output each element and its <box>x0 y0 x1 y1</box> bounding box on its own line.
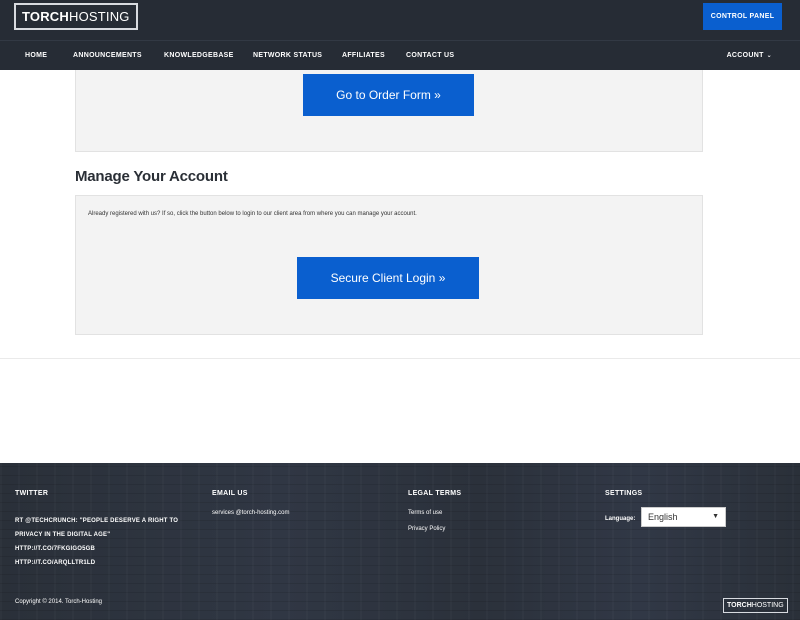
language-select-value: English <box>648 512 678 522</box>
tweet-line-1: RT @TECHCRUNCH: "PEOPLE DESERVE A RIGHT … <box>15 518 179 524</box>
footer-privacy-link[interactable]: Privacy Policy <box>408 526 445 532</box>
copyright-text: Copyright © 2014. Torch-Hosting <box>15 599 103 605</box>
top-header: TORCH HOSTING CONTROL PANEL <box>0 0 800 40</box>
footer-settings-title: SETTINGS <box>605 490 643 497</box>
nav-item-home[interactable]: HOME <box>25 41 47 71</box>
manage-account-description: Already registered with us? If so, click… <box>88 211 417 217</box>
nav-item-knowledgebase[interactable]: KNOWLEDGEBASE <box>164 41 234 71</box>
caret-down-icon: ▼ <box>712 513 719 520</box>
tweet-link-2[interactable]: HTTP://T.CO/ARQLLTR1LD <box>15 560 95 566</box>
account-label: ACCOUNT <box>726 52 764 59</box>
control-panel-button[interactable]: CONTROL PANEL <box>703 3 782 30</box>
footer-email-link[interactable]: services @torch-hosting.com <box>212 510 289 516</box>
language-label: Language: <box>605 516 636 522</box>
nav-item-contact-us[interactable]: CONTACT US <box>406 41 454 71</box>
language-select[interactable]: English ▼ <box>641 507 726 527</box>
footer-twitter-title: TWITTER <box>15 490 49 497</box>
footer-background <box>0 463 800 620</box>
nav-item-network-status[interactable]: NETWORK STATUS <box>253 41 322 71</box>
manage-account-title: Manage Your Account <box>75 168 228 185</box>
main-nav: HOME ANNOUNCEMENTS KNOWLEDGEBASE NETWORK… <box>0 40 800 70</box>
secure-client-login-button[interactable]: Secure Client Login » <box>297 257 479 299</box>
logo-text-torch: TORCH <box>22 9 69 24</box>
footer-logo[interactable]: TORCH HOSTING <box>723 598 788 613</box>
chevron-down-icon: ⌄ <box>766 53 772 59</box>
nav-item-announcements[interactable]: ANNOUNCEMENTS <box>73 41 142 71</box>
site-logo[interactable]: TORCH HOSTING <box>14 3 138 30</box>
footer-email-title: EMAIL US <box>212 490 248 497</box>
content-divider <box>0 358 800 359</box>
footer: TWITTER RT @TECHCRUNCH: "PEOPLE DESERVE … <box>0 463 800 620</box>
footer-logo-torch: TORCH <box>727 602 752 609</box>
footer-logo-hosting: HOSTING <box>751 602 784 609</box>
order-form-button[interactable]: Go to Order Form » <box>303 74 474 116</box>
footer-legal-title: LEGAL TERMS <box>408 490 462 497</box>
nav-item-affiliates[interactable]: AFFILIATES <box>342 41 385 71</box>
footer-terms-link[interactable]: Terms of use <box>408 510 442 516</box>
account-menu[interactable]: ACCOUNT ⌄ <box>727 41 772 71</box>
tweet-line-2: PRIVACY IN THE DIGITAL AGE" <box>15 532 111 538</box>
logo-text-hosting: HOSTING <box>68 9 130 24</box>
tweet-link-1[interactable]: HTTP://T.CO/7FKGIGO5GB <box>15 546 95 552</box>
